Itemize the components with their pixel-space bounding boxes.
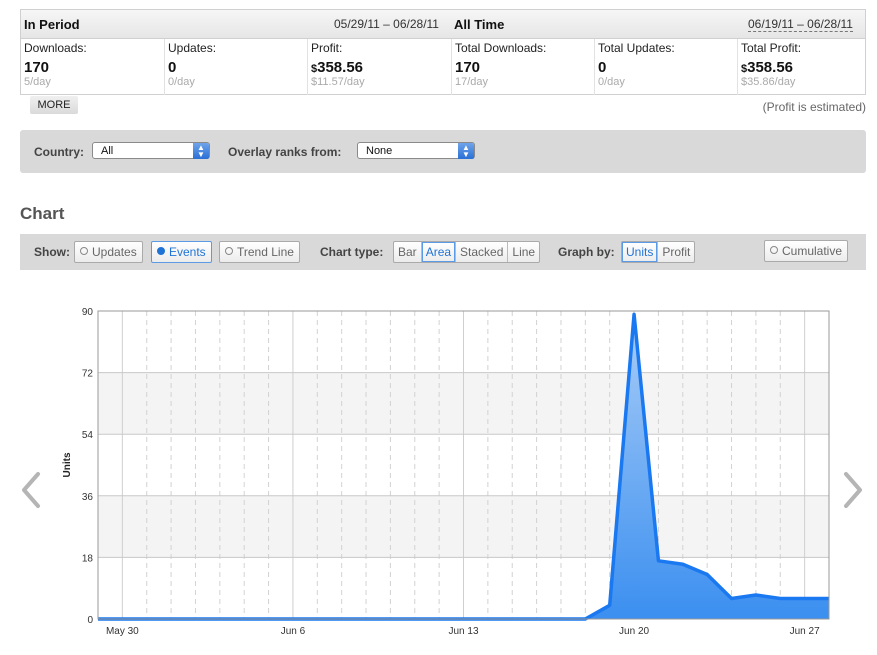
next-period-arrow-icon[interactable] bbox=[842, 470, 866, 510]
show-label: Show: bbox=[34, 245, 70, 259]
x-tick-label: Jun 27 bbox=[790, 626, 820, 637]
stat-downloads: Downloads: 170 5/day bbox=[21, 39, 164, 95]
select-arrows-icon: ▲ ▼ bbox=[458, 143, 474, 159]
y-tick-label: 72 bbox=[82, 369, 94, 380]
overlay-select-value: None bbox=[366, 145, 393, 157]
toggle-label: Events bbox=[169, 245, 206, 259]
in-period-range: 05/29/11 – 06/28/11 bbox=[334, 17, 439, 31]
filter-bar: Country: All ▲ ▼ Overlay ranks from: None… bbox=[20, 130, 866, 173]
stat-sub: $11.57/day bbox=[311, 76, 365, 88]
chart-section-title: Chart bbox=[20, 204, 65, 223]
stat-value: 0 bbox=[598, 59, 607, 76]
stat-label: Profit: bbox=[311, 41, 343, 55]
all-time-range[interactable]: 06/19/11 – 06/28/11 bbox=[748, 17, 853, 32]
stat-total-downloads: Total Downloads: 170 17/day bbox=[451, 39, 594, 95]
x-tick-label: Jun 20 bbox=[619, 626, 649, 637]
stats-panel: In Period 05/29/11 – 06/28/11 All Time 0… bbox=[20, 9, 866, 95]
chart-type-group: Bar Area Stacked Line bbox=[393, 241, 541, 263]
y-tick-label: 36 bbox=[82, 492, 94, 503]
y-tick-label: 0 bbox=[87, 615, 93, 626]
x-tick-label: May 30 bbox=[106, 626, 139, 637]
units-area-chart: 0 18 36 54 72 90 May 30 Jun 6 Jun 13 Jun 20 Jun 27… bbox=[62, 307, 830, 637]
stats-header bbox=[21, 10, 865, 39]
toggle-label: Trend Line bbox=[237, 245, 294, 259]
stat-sub: 17/day bbox=[455, 76, 489, 88]
stat-total-profit: Total Profit: $358.56 $35.86/day bbox=[737, 39, 877, 95]
overlay-select[interactable]: None ▲ ▼ bbox=[357, 142, 475, 159]
overlay-label: Overlay ranks from: bbox=[228, 145, 342, 159]
chart-toolbar: Show: Updates Events Trend Line Chart ty… bbox=[20, 234, 866, 270]
country-label: Country: bbox=[34, 145, 84, 159]
stat-label: Total Profit: bbox=[741, 41, 802, 55]
stat-label: Updates: bbox=[168, 41, 217, 55]
stat-sub: 0/day bbox=[598, 76, 625, 88]
chart-type-bar[interactable]: Bar bbox=[394, 242, 421, 262]
chart-type-line[interactable]: Line bbox=[507, 242, 539, 262]
in-period-title: In Period bbox=[24, 17, 80, 32]
stat-sub: 0/day bbox=[168, 76, 195, 88]
y-tick-label: 54 bbox=[82, 430, 94, 441]
x-tick-label: Jun 6 bbox=[281, 626, 306, 637]
stat-label: Total Downloads: bbox=[455, 41, 547, 55]
chart-type-label: Chart type: bbox=[320, 245, 384, 259]
stat-updates: Updates: 0 0/day bbox=[164, 39, 307, 95]
stat-value: 0 bbox=[168, 59, 177, 76]
select-arrows-icon: ▲ ▼ bbox=[193, 143, 209, 159]
show-updates-toggle[interactable]: Updates bbox=[74, 241, 143, 263]
cumulative-toggle[interactable]: Cumulative bbox=[764, 240, 849, 262]
more-button[interactable]: MORE bbox=[30, 96, 78, 114]
radio-icon bbox=[80, 247, 88, 255]
profit-amount: 358.56 bbox=[747, 59, 794, 76]
y-axis-label: Units bbox=[62, 452, 73, 477]
graph-by-group: Units Profit bbox=[621, 241, 696, 263]
x-tick-label: Jun 13 bbox=[448, 626, 478, 637]
stat-label: Total Updates: bbox=[598, 41, 675, 55]
profit-estimate-note: (Profit is estimated) bbox=[762, 100, 866, 114]
toggle-label: Updates bbox=[92, 245, 137, 259]
stat-sub: 5/day bbox=[24, 76, 51, 88]
toggle-label: Cumulative bbox=[782, 244, 843, 258]
stat-value: 170 bbox=[24, 59, 50, 76]
stat-profit: Profit: $358.56 $11.57/day bbox=[307, 39, 450, 95]
previous-period-arrow-icon[interactable] bbox=[18, 470, 42, 510]
stat-value: $358.56 bbox=[741, 59, 877, 76]
country-select-value: All bbox=[101, 145, 114, 157]
stat-total-updates: Total Updates: 0 0/day bbox=[594, 39, 737, 95]
graph-by-label: Graph by: bbox=[558, 245, 615, 259]
y-tick-label: 18 bbox=[82, 553, 94, 564]
chart-type-area[interactable]: Area bbox=[420, 242, 455, 262]
chart-type-stacked[interactable]: Stacked bbox=[455, 242, 507, 262]
graph-by-units[interactable]: Units bbox=[622, 242, 657, 262]
stat-value: $358.56 bbox=[311, 59, 450, 76]
y-tick-label: 90 bbox=[82, 307, 94, 318]
radio-icon bbox=[770, 246, 778, 254]
stat-value: 170 bbox=[455, 59, 481, 76]
stat-sub: $35.86/day bbox=[741, 76, 796, 88]
profit-amount: 358.56 bbox=[317, 59, 364, 76]
show-trend-toggle[interactable]: Trend Line bbox=[219, 241, 300, 263]
all-time-title: All Time bbox=[454, 17, 505, 32]
stat-label: Downloads: bbox=[24, 41, 87, 55]
show-events-toggle[interactable]: Events bbox=[151, 241, 212, 263]
country-select[interactable]: All ▲ ▼ bbox=[92, 142, 210, 159]
radio-icon bbox=[225, 247, 233, 255]
graph-by-profit[interactable]: Profit bbox=[657, 242, 694, 262]
radio-icon bbox=[157, 247, 165, 255]
